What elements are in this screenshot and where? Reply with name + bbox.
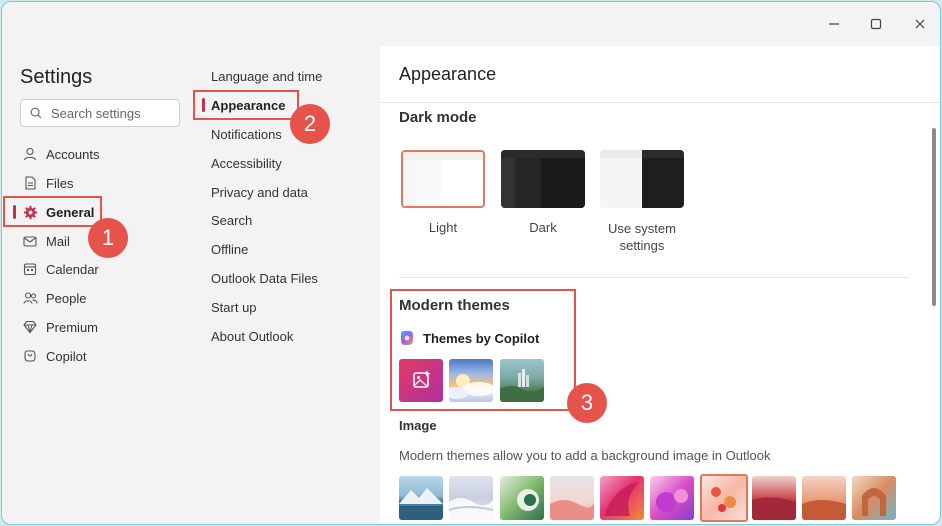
scrollbar[interactable] [932,128,936,306]
submenu-item-start-up[interactable]: Start up [211,296,257,318]
pink-waves-image [550,500,594,520]
minimize-icon[interactable] [824,14,844,34]
image-theme-thumbnail[interactable] [399,476,443,520]
image-theme-thumbnail[interactable] [650,476,694,520]
copilot-icon [22,348,38,364]
sidebar-item-label: Premium [46,319,99,335]
appearance-panel: Appearance Dark mode Light Dark Use syst… [380,46,940,524]
sidebar-item-label: Copilot [46,348,87,364]
coral-flowers-image [711,487,736,512]
people-icon [22,290,38,306]
annotation-badge-2: 2 [290,104,330,144]
theme-option-light[interactable] [401,150,485,208]
settings-sidebar: Settings Accounts Files General Mail Cal… [2,46,197,524]
submenu-item-outlook-data-files[interactable]: Outlook Data Files [211,267,318,289]
theme-option-dark[interactable] [501,150,585,208]
sidebar-item-premium[interactable]: Premium [12,314,180,340]
submenu-item-notifications[interactable]: Notifications [211,123,282,145]
red-desert-image [752,497,796,520]
image-heading: Image [399,418,437,433]
search-icon [30,107,42,119]
diamond-icon [22,319,38,335]
close-icon[interactable] [910,14,930,34]
search-input[interactable] [49,104,173,122]
image-theme-thumbnail[interactable] [550,476,594,520]
image-theme-thumbnail[interactable] [752,476,796,520]
highlight-appearance [193,90,299,120]
search-box[interactable] [20,99,180,127]
snow-dunes-image [449,498,493,520]
divider [380,102,940,103]
submenu-item-accessibility[interactable]: Accessibility [211,152,282,174]
theme-option-dark-label: Dark [529,220,557,235]
mail-icon [22,233,38,249]
theme-option-system-label: Use system settings [608,221,676,253]
magenta-fluid-image [604,482,640,516]
image-theme-thumbnail[interactable] [802,476,846,520]
orange-dunes-image [802,500,846,520]
sidebar-item-copilot[interactable]: Copilot [12,343,180,369]
image-theme-thumbnail[interactable] [852,476,896,520]
highlight-general [3,196,102,227]
sidebar-item-label: Calendar [46,261,99,277]
settings-title: Settings [20,66,93,88]
sidebar-item-calendar[interactable]: Calendar [12,256,180,282]
image-theme-thumbnail[interactable] [600,476,644,520]
person-icon [22,146,38,162]
title-bar [2,2,940,46]
image-theme-thumbnail[interactable] [500,476,544,520]
calendar-icon [22,261,38,277]
image-theme-thumbnail-selected[interactable] [700,474,748,522]
sidebar-item-label: People [46,290,87,306]
image-description: Modern themes allow you to add a backgro… [399,448,771,463]
annotation-badge-3: 3 [567,383,607,423]
submenu-item-privacy-and-data[interactable]: Privacy and data [211,181,308,203]
sidebar-item-files[interactable]: Files [12,170,180,196]
page-title: Appearance [399,64,497,84]
submenu-item-offline[interactable]: Offline [211,238,248,260]
submenu-item-language-and-time[interactable]: Language and time [211,65,322,87]
theme-option-light-label: Light [428,220,458,235]
arch-rock-image [862,488,886,516]
image-theme-thumbnail[interactable] [449,476,493,520]
mountain-lake-image [399,488,443,520]
highlight-modern-themes [390,289,576,411]
sidebar-item-people[interactable]: People [12,285,180,311]
theme-option-system[interactable] [600,150,684,208]
purple-spheres-image [656,489,688,512]
submenu-item-about-outlook[interactable]: About Outlook [211,325,293,347]
annotation-badge-1: 1 [88,218,128,258]
sidebar-item-label: Accounts [46,146,100,162]
submenu-item-search[interactable]: Search [211,209,252,231]
file-icon [22,175,38,191]
dark-mode-heading: Dark mode [399,109,477,126]
sidebar-item-label: Mail [46,233,70,249]
settings-window: Settings Accounts Files General Mail Cal… [1,1,941,525]
maximize-icon[interactable] [866,14,886,34]
sidebar-item-label: Files [46,175,74,191]
sidebar-item-accounts[interactable]: Accounts [12,141,180,167]
green-swirl-image [517,489,539,511]
divider [399,277,909,278]
